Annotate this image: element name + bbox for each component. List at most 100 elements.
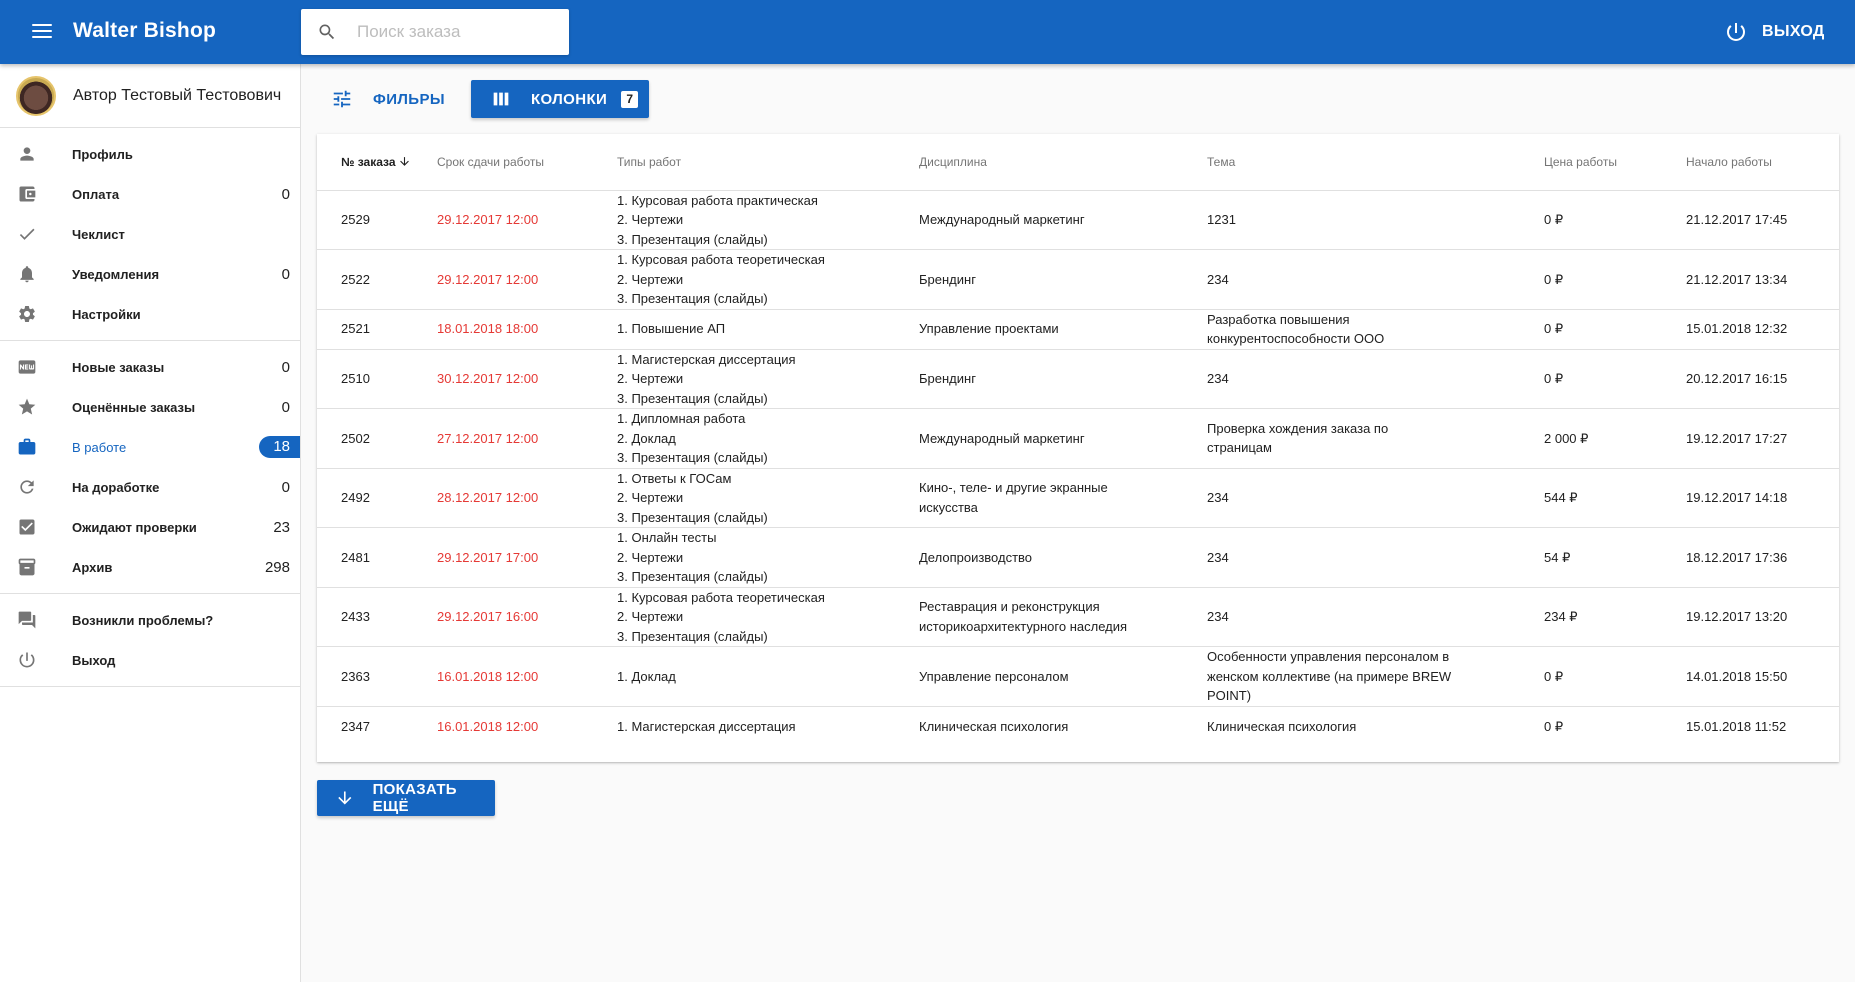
sidebar-item[interactable]: Чеклист	[0, 214, 300, 254]
table-row[interactable]: 2492 28.12.2017 12:00 1. Ответы к ГОСам 2. …	[317, 468, 1839, 528]
cell-deadline: 16.01.2018 12:00	[437, 718, 539, 734]
show-more-button[interactable]: ПОКАЗАТЬ ЕЩЁ	[317, 780, 495, 816]
cell-start: 15.01.2018 12:32	[1686, 309, 1839, 350]
table-row[interactable]: 2510 30.12.2017 12:00 1. Магистерская дисс…	[317, 349, 1839, 409]
sidebar-item[interactable]: Настройки	[0, 294, 300, 334]
column-header-order-id[interactable]: № заказа	[317, 134, 437, 191]
filters-button[interactable]: ФИЛЬРЫ	[331, 80, 445, 118]
columns-count-badge: 7	[621, 90, 639, 108]
cell-discipline: Брендинг	[919, 249, 1207, 310]
sidebar-item-label: Ожидают проверки	[72, 519, 197, 535]
column-header-discipline[interactable]: Дисциплина	[919, 134, 1207, 191]
sidebar-item[interactable]: Профиль	[0, 134, 300, 174]
arrow-down-icon	[338, 791, 352, 805]
cell-topic: 234	[1207, 349, 1544, 409]
column-header-deadline[interactable]: Срок сдачи работы	[437, 134, 617, 191]
sidebar-item-label: Чеклист	[72, 226, 125, 242]
power-icon	[1727, 23, 1745, 41]
refresh-icon	[20, 480, 34, 494]
cell-price: 0 ₽	[1544, 190, 1686, 250]
sidebar-item-label: Возникли проблемы?	[72, 612, 214, 628]
column-header-price[interactable]: Цена работы	[1544, 134, 1686, 191]
sidebar-item[interactable]: Выход	[0, 640, 300, 680]
cell-deadline: 30.12.2017 12:00	[437, 349, 617, 409]
cell-work-types: 1. Повышение АП	[617, 309, 919, 350]
cell-deadline: 29.12.2017 17:00	[437, 527, 617, 588]
sidebar-item-label: Уведомления	[72, 266, 160, 282]
bell-icon	[20, 266, 34, 283]
work-type: 2. Чертежи	[617, 271, 684, 287]
nav-group: Профиль Оплата 0 Чеклист Уведомления 0 Настрой…	[0, 128, 300, 341]
cell-deadline: 27.12.2017 12:00	[437, 408, 617, 469]
cell-work-types: 1. Магистерская диссертация 2. Чертежи 3. …	[617, 349, 919, 409]
column-header-topic[interactable]: Тема	[1207, 134, 1544, 191]
gear-icon	[19, 306, 35, 322]
sidebar-item[interactable]: Возникли проблемы?	[0, 600, 300, 640]
cell-order-id: 2510	[317, 349, 437, 409]
cell-discipline: Управление персоналом	[919, 646, 1207, 707]
column-header-label: № заказа	[341, 154, 396, 169]
work-type: 3. Презентация (слайды)	[617, 231, 768, 247]
work-type: 2. Чертежи	[617, 549, 684, 565]
cell-deadline: 29.12.2017 12:00	[437, 190, 617, 250]
work-type: 1. Магистерская диссертация	[617, 718, 796, 734]
cell-price: 54 ₽	[1544, 527, 1686, 588]
cell-topic: Проверка хождения заказа по страницам	[1207, 408, 1544, 469]
logout-button[interactable]: ВЫХОД	[1724, 18, 1825, 46]
sidebar-item-label: Выход	[72, 652, 116, 668]
sidebar-item[interactable]: Оценённые заказы 0	[0, 387, 300, 427]
work-type: 1. Доклад	[617, 668, 676, 684]
column-header-start[interactable]: Начало работы	[1686, 134, 1839, 191]
work-type: 3. Презентация (слайды)	[617, 569, 768, 584]
sidebar-item[interactable]: Уведомления 0	[0, 254, 300, 294]
cell-work-types: 1. Магистерская диссертация	[617, 706, 919, 746]
table-row[interactable]: 2522 29.12.2017 12:00 1. Курсовая работа т…	[317, 249, 1839, 310]
columns-button[interactable]: КОЛОНКИ 7	[471, 80, 649, 118]
cell-order-id: 2502	[317, 408, 437, 469]
sidebar-item[interactable]: На доработке 0	[0, 467, 300, 507]
work-type: 1. Магистерская диссертация	[617, 351, 796, 367]
sidebar-item[interactable]: Новые заказы 0	[0, 347, 300, 387]
table-row[interactable]: 2529 29.12.2017 12:00 1. Курсовая работа п…	[317, 190, 1839, 250]
table-row[interactable]: 2363 16.01.2018 12:00 1. Доклад Управление …	[317, 646, 1839, 707]
table-row[interactable]: 2433 29.12.2017 16:00 1. Курсовая работа т…	[317, 587, 1839, 647]
sidebar-item-label: Настройки	[72, 306, 141, 322]
column-header-work-types[interactable]: Типы работ	[617, 134, 919, 191]
work-type: 3. Презентация (слайды)	[617, 291, 768, 306]
sidebar-item[interactable]: Ожидают проверки 23	[0, 507, 300, 547]
main-content: ФИЛЬРЫ КОЛОНКИ 7 № заказа Срок сдачи раб…	[301, 64, 1855, 982]
menu-icon[interactable]	[28, 20, 56, 44]
chat-icon	[18, 611, 36, 629]
sidebar-item[interactable]: Архив 298	[0, 547, 300, 587]
cell-price: 0 ₽	[1544, 646, 1686, 707]
table-row[interactable]: 2347 16.01.2018 12:00 1. Магистерская дисс…	[317, 706, 1839, 746]
table-row[interactable]: 2502 27.12.2017 12:00 1. Дипломная работа 2…	[317, 408, 1839, 469]
sidebar-item[interactable]: Оплата 0	[0, 174, 300, 214]
table-row[interactable]: 2521 18.01.2018 18:00 1. Повышение АП Управ…	[317, 309, 1839, 350]
sidebar-item-label: Профиль	[72, 146, 133, 162]
wallet-icon	[19, 186, 36, 202]
toolbar: ФИЛЬРЫ КОЛОНКИ 7	[301, 80, 1855, 118]
checkbox-icon	[19, 519, 35, 535]
show-more-label: ПОКАЗАТЬ ЕЩЁ	[372, 781, 457, 815]
table-row[interactable]: 2481 29.12.2017 17:00 1. Онлайн тесты 2. Че…	[317, 527, 1839, 588]
cell-start: 21.12.2017 13:34	[1686, 249, 1839, 310]
cell-price: 0 ₽	[1544, 249, 1686, 310]
cell-deadline: 16.01.2018 12:00	[437, 646, 617, 707]
cell-work-types: 1. Дипломная работа 2. Доклад 3. Презентац…	[617, 408, 919, 469]
arrow-down-icon	[399, 157, 409, 167]
logout-label: ВЫХОД	[1762, 23, 1825, 40]
search-icon	[319, 24, 335, 40]
cell-work-types: 1. Доклад	[617, 646, 919, 707]
sidebar-item[interactable]: В работе 18	[0, 427, 300, 467]
profile-row[interactable]: Автор Тестовый Тестовович	[0, 64, 300, 128]
cell-price: 0 ₽	[1544, 718, 1564, 734]
archive-icon	[18, 558, 36, 576]
new-badge-icon	[18, 360, 36, 374]
cell-order-id: 2433	[317, 587, 437, 647]
search-input[interactable]	[357, 9, 557, 55]
work-type: 2. Чертежи	[617, 371, 684, 386]
orders-table: № заказа Срок сдачи работы Типы работ Ди…	[317, 134, 1839, 746]
cell-start: 19.12.2017 17:27	[1686, 408, 1839, 469]
work-type: 2. Чертежи	[617, 490, 684, 505]
